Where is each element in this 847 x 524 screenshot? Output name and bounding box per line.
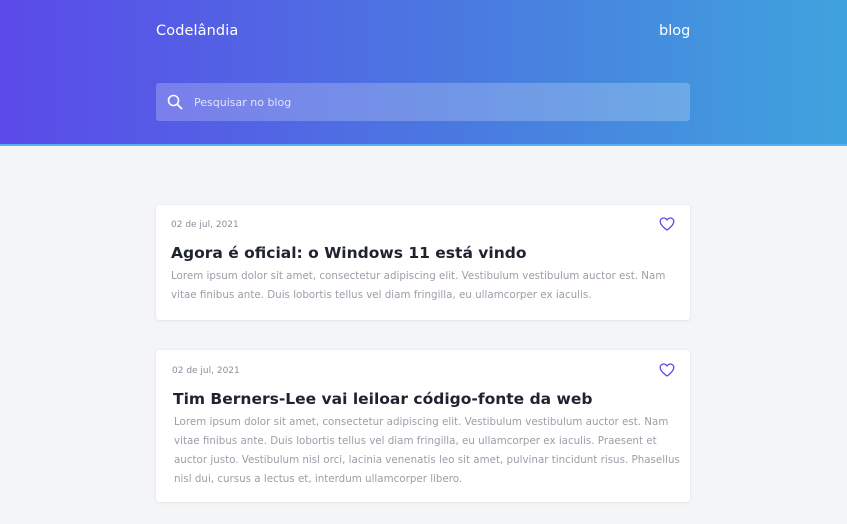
post-title[interactable]: Tim Berners-Lee vai leiloar código-fonte… bbox=[173, 389, 592, 409]
post-title[interactable]: Agora é oficial: o Windows 11 está vindo bbox=[171, 243, 527, 263]
post-excerpt: Lorem ipsum dolor sit amet, consectetur … bbox=[171, 270, 666, 301]
brand-logo[interactable]: Codelândia bbox=[156, 21, 238, 41]
post-card[interactable]: 02 de jul, 2021 Agora é oficial: o Windo… bbox=[156, 205, 690, 320]
post-excerpt: Lorem ipsum dolor sit amet, consectetur … bbox=[174, 416, 680, 485]
search-input[interactable] bbox=[194, 83, 674, 121]
search-icon bbox=[167, 94, 183, 110]
post-date: 02 de jul, 2021 bbox=[172, 366, 240, 376]
nav-link-blog[interactable]: blog bbox=[659, 21, 690, 41]
heart-outline-icon[interactable] bbox=[659, 363, 675, 377]
search-bar[interactable] bbox=[156, 83, 690, 121]
post-card[interactable]: 02 de jul, 2021 Tim Berners-Lee vai leil… bbox=[156, 350, 690, 502]
heart-outline-icon[interactable] bbox=[659, 217, 675, 231]
site-header: Codelândia blog bbox=[0, 0, 847, 146]
post-date: 02 de jul, 2021 bbox=[171, 220, 239, 230]
